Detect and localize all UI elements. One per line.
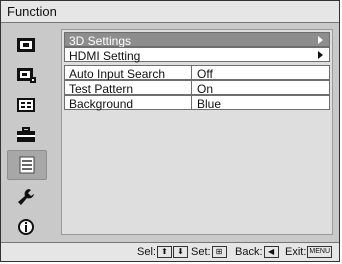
menu-sidebar (3, 25, 55, 239)
menu-item-value: On (197, 82, 214, 96)
screen-icon (17, 98, 35, 112)
advanced-picture-icon (17, 68, 36, 83)
sidebar-item-installation[interactable] (9, 185, 43, 209)
row-divider (191, 81, 192, 94)
menu-item-value: Off (197, 67, 213, 81)
menu-item-label: Background (69, 97, 134, 111)
menu-item-3d-settings[interactable]: 3D Settings (64, 32, 330, 48)
row-divider (191, 96, 192, 109)
sidebar-item-advanced-picture[interactable] (9, 63, 43, 87)
up-arrow-key-icon: ⬆ (156, 246, 172, 259)
menu-key-icon: MENU (307, 246, 333, 259)
menu-item-test-pattern[interactable]: Test Pattern On (64, 80, 330, 96)
function-list-icon (19, 156, 35, 174)
hint-back: Back: ◀ (235, 246, 279, 259)
sidebar-item-function[interactable] (7, 150, 47, 180)
hint-exit-label: Exit: (285, 246, 307, 258)
function-menu-screen: Function 3D Settings HDMI Setting Auto I… (0, 0, 340, 262)
menu-item-label: HDMI Setting (69, 49, 141, 63)
sidebar-item-information[interactable] (9, 215, 43, 239)
hint-back-label: Back: (235, 246, 263, 258)
menu-item-label: Auto Input Search (69, 67, 166, 81)
submenu-arrow-icon (318, 51, 323, 59)
submenu-arrow-icon (318, 36, 323, 44)
title-bar: Function (1, 1, 339, 23)
hint-exit: Exit: MENU (285, 246, 333, 259)
hint-select-label: Sel: (137, 246, 156, 258)
down-arrow-key-icon: ⬇ (172, 246, 188, 259)
enter-key-icon: ⊞ (211, 246, 227, 259)
menu-item-label: Test Pattern (69, 82, 134, 96)
sidebar-item-setup[interactable] (9, 123, 43, 147)
menu-title: Function (7, 4, 57, 19)
menu-item-hdmi-setting[interactable]: HDMI Setting (64, 47, 330, 63)
hint-set: Set: ⊞ (191, 246, 227, 259)
menu-item-background[interactable]: Background Blue (64, 95, 330, 111)
left-arrow-key-icon: ◀ (263, 246, 279, 259)
info-icon (18, 219, 34, 235)
function-settings-panel: 3D Settings HDMI Setting Auto Input Sear… (61, 29, 333, 235)
menu-item-label: 3D Settings (69, 34, 132, 48)
hint-select: Sel: ⬆ ⬇ (137, 246, 188, 259)
status-bar: Sel: ⬆ ⬇ Set: ⊞ Back: ◀ Exit: MENU (1, 242, 339, 261)
sidebar-item-screen[interactable] (9, 93, 43, 117)
hint-set-label: Set: (191, 246, 211, 258)
wrench-icon (18, 189, 34, 205)
picture-icon (17, 38, 35, 52)
menu-item-value: Blue (197, 97, 222, 111)
setup-toolbox-icon (17, 127, 35, 142)
menu-item-auto-input-search[interactable]: Auto Input Search Off (64, 65, 330, 81)
row-divider (191, 66, 192, 79)
sidebar-item-picture[interactable] (9, 33, 43, 57)
